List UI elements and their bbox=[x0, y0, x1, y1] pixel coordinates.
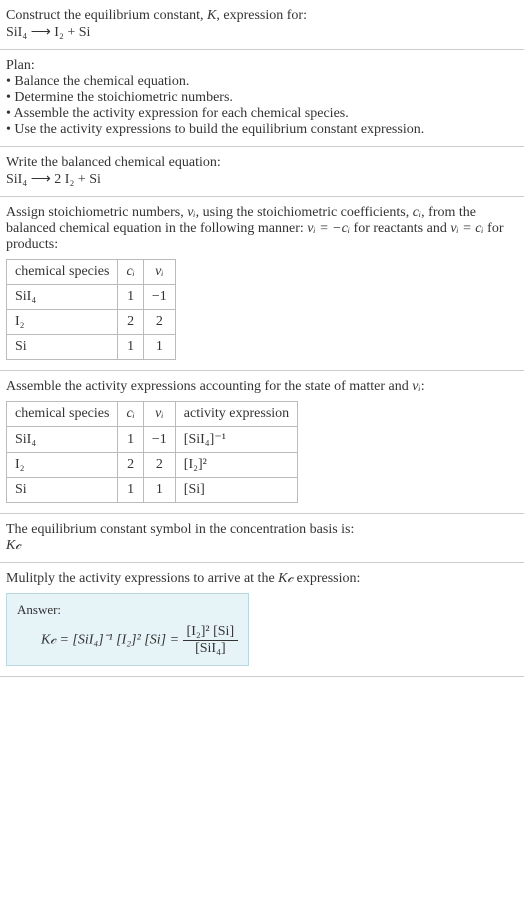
table-header-row: chemical species cᵢ νᵢ bbox=[7, 260, 176, 285]
result-section: Mulitply the activity expressions to arr… bbox=[0, 563, 524, 677]
kc-expression: K𝒸 = [SiI₄]⁻¹ [I₂]² [Si] = [I₂]² [Si][Si… bbox=[17, 624, 238, 657]
nu-var: νᵢ bbox=[412, 379, 420, 394]
basis-section: The equilibrium constant symbol in the c… bbox=[0, 514, 524, 563]
kc-fraction: [I₂]² [Si][SiI₄] bbox=[183, 624, 239, 657]
cell-nu: −1 bbox=[143, 427, 175, 453]
rel2: νᵢ = cᵢ bbox=[450, 221, 483, 236]
kc-symbol: K𝒸 bbox=[6, 538, 518, 554]
multiply-text: expression: bbox=[293, 571, 360, 586]
plan-bullet: • Use the activity expressions to build … bbox=[6, 122, 518, 138]
cell-nu: −1 bbox=[143, 285, 175, 310]
cell-nu: 1 bbox=[143, 335, 175, 360]
cell-nu: 1 bbox=[143, 478, 175, 503]
balanced-equation: SiI₄ ⟶ 2 I₂ + Si bbox=[6, 171, 518, 188]
cell-species: I₂ bbox=[7, 453, 118, 478]
cell-nu: 2 bbox=[143, 453, 175, 478]
answer-box: Answer: K𝒸 = [SiI₄]⁻¹ [I₂]² [Si] = [I₂]²… bbox=[6, 593, 249, 666]
plan-bullet: • Balance the chemical equation. bbox=[6, 74, 518, 90]
k-var: K bbox=[207, 8, 216, 23]
stoich-section: Assign stoichiometric numbers, νᵢ, using… bbox=[0, 197, 524, 371]
activity-section: Assemble the activity expressions accoun… bbox=[0, 371, 524, 514]
plan-section: Plan: • Balance the chemical equation. •… bbox=[0, 50, 524, 147]
balanced-label: Write the balanced chemical equation: bbox=[6, 155, 518, 171]
col-ci: cᵢ bbox=[118, 260, 143, 285]
cell-species: Si bbox=[7, 335, 118, 360]
kc-lhs: K𝒸 = [SiI₄]⁻¹ [I₂]² [Si] = bbox=[41, 633, 183, 648]
stoich-text: for reactants and bbox=[350, 221, 450, 236]
table-row: I₂ 2 2 bbox=[7, 310, 176, 335]
cell-nu: 2 bbox=[143, 310, 175, 335]
cell-activity: [I₂]² bbox=[175, 453, 297, 478]
table-row: SiI₄ 1 −1 bbox=[7, 285, 176, 310]
table-row: Si 1 1 bbox=[7, 335, 176, 360]
activity-table: chemical species cᵢ νᵢ activity expressi… bbox=[6, 401, 298, 503]
col-nu: νᵢ bbox=[143, 260, 175, 285]
nu-var: νᵢ bbox=[187, 205, 195, 220]
plan-title: Plan: bbox=[6, 58, 518, 74]
col-nu: νᵢ bbox=[143, 402, 175, 427]
cell-species: Si bbox=[7, 478, 118, 503]
cell-ci: 2 bbox=[118, 453, 143, 478]
prompt-line: Construct the equilibrium constant, K, e… bbox=[6, 8, 518, 24]
table-row: SiI₄ 1 −1 [SiI₄]⁻¹ bbox=[7, 427, 298, 453]
cell-species: SiI₄ bbox=[7, 285, 118, 310]
col-species: chemical species bbox=[7, 402, 118, 427]
cell-species: I₂ bbox=[7, 310, 118, 335]
cell-ci: 1 bbox=[118, 478, 143, 503]
table-row: I₂ 2 2 [I₂]² bbox=[7, 453, 298, 478]
plan-bullet: • Determine the stoichiometric numbers. bbox=[6, 90, 518, 106]
col-ci: cᵢ bbox=[118, 402, 143, 427]
stoich-text: , using the stoichiometric coefficients, bbox=[196, 205, 413, 220]
kc-var: K𝒸 bbox=[278, 571, 293, 586]
fraction-numerator: [I₂]² [Si] bbox=[183, 624, 239, 641]
col-species: chemical species bbox=[7, 260, 118, 285]
multiply-line: Mulitply the activity expressions to arr… bbox=[6, 571, 518, 587]
cell-ci: 2 bbox=[118, 310, 143, 335]
multiply-text: Mulitply the activity expressions to arr… bbox=[6, 571, 278, 586]
rel1: νᵢ = −cᵢ bbox=[307, 221, 350, 236]
table-row: Si 1 1 [Si] bbox=[7, 478, 298, 503]
cell-ci: 1 bbox=[118, 285, 143, 310]
cell-ci: 1 bbox=[118, 427, 143, 453]
basis-line: The equilibrium constant symbol in the c… bbox=[6, 522, 518, 538]
col-activity: activity expression bbox=[175, 402, 297, 427]
prompt-prefix: Construct the equilibrium constant, bbox=[6, 8, 207, 23]
cell-species: SiI₄ bbox=[7, 427, 118, 453]
answer-label: Answer: bbox=[17, 602, 238, 618]
cell-activity: [SiI₄]⁻¹ bbox=[175, 427, 297, 453]
unbalanced-equation: SiI₄ ⟶ I₂ + Si bbox=[6, 24, 518, 41]
stoich-intro: Assign stoichiometric numbers, νᵢ, using… bbox=[6, 205, 518, 253]
table-header-row: chemical species cᵢ νᵢ activity expressi… bbox=[7, 402, 298, 427]
stoich-text: Assign stoichiometric numbers, bbox=[6, 205, 187, 220]
prompt-section: Construct the equilibrium constant, K, e… bbox=[0, 0, 524, 50]
ci-var: cᵢ bbox=[413, 205, 421, 220]
plan-bullet: • Assemble the activity expression for e… bbox=[6, 106, 518, 122]
balanced-section: Write the balanced chemical equation: Si… bbox=[0, 147, 524, 197]
prompt-suffix: , expression for: bbox=[216, 8, 307, 23]
cell-ci: 1 bbox=[118, 335, 143, 360]
fraction-denominator: [SiI₄] bbox=[183, 641, 239, 657]
activity-intro: Assemble the activity expressions accoun… bbox=[6, 379, 518, 395]
stoich-table: chemical species cᵢ νᵢ SiI₄ 1 −1 I₂ 2 2 … bbox=[6, 259, 176, 360]
activity-text: Assemble the activity expressions accoun… bbox=[6, 379, 412, 394]
cell-activity: [Si] bbox=[175, 478, 297, 503]
activity-text: : bbox=[421, 379, 425, 394]
